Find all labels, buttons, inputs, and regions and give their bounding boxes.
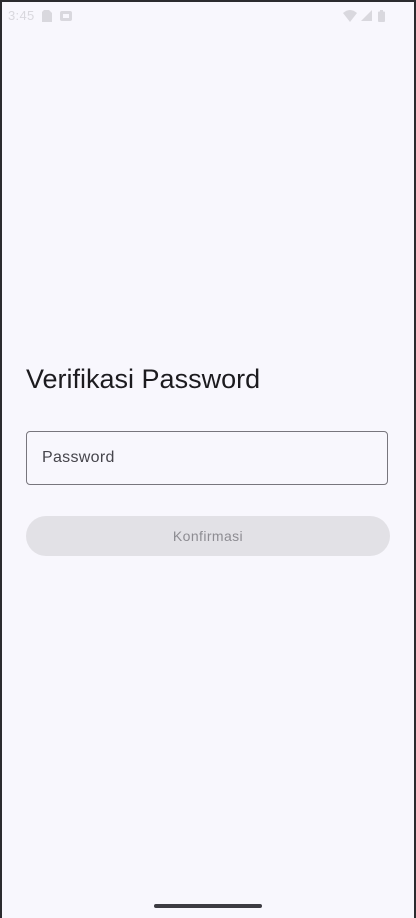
- app-screen: 3:45 Verifikasi Password Konfirmasi: [2, 2, 414, 918]
- battery-icon: [378, 10, 385, 22]
- confirm-button[interactable]: Konfirmasi: [26, 516, 390, 556]
- wifi-icon: [343, 10, 357, 22]
- status-bar: 3:45: [2, 2, 414, 28]
- page-title: Verifikasi Password: [26, 364, 261, 394]
- password-input[interactable]: [27, 432, 387, 484]
- notification-icon: [60, 11, 72, 21]
- sim-card-icon: [42, 10, 52, 22]
- status-time: 3:45: [8, 8, 35, 23]
- password-field[interactable]: [26, 431, 388, 485]
- signal-icon: [361, 10, 372, 21]
- gesture-nav-handle[interactable]: [154, 904, 262, 908]
